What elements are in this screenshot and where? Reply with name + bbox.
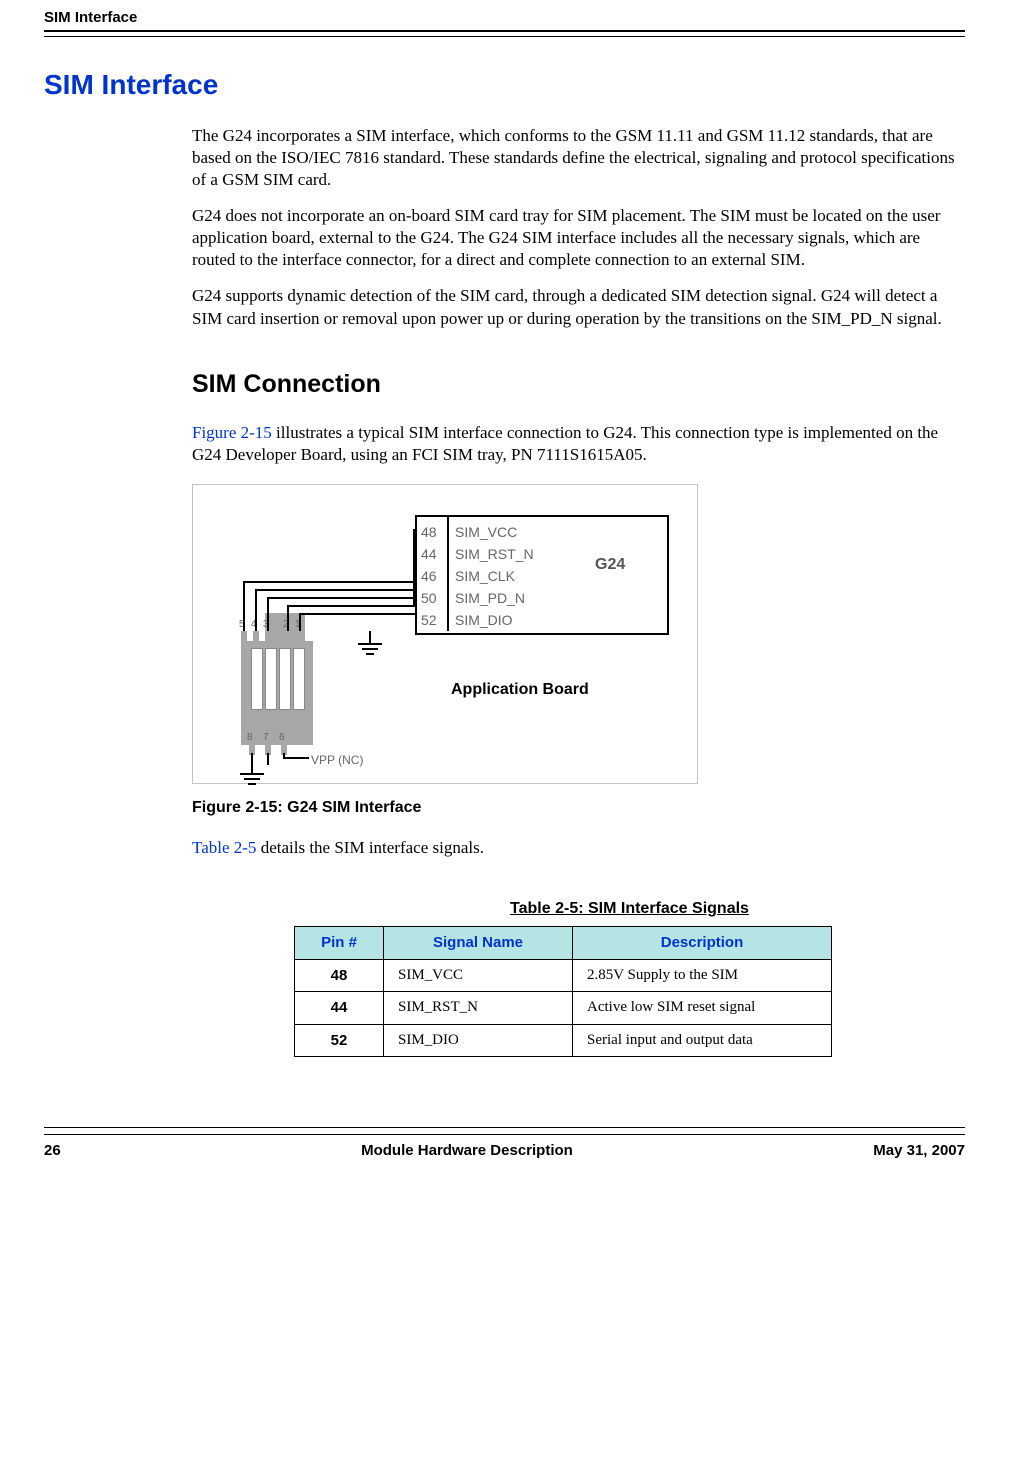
g24-label: G24 xyxy=(595,555,625,576)
cell-name: SIM_DIO xyxy=(384,1024,573,1057)
sim-tray-pin xyxy=(265,631,271,643)
conn-pin-1: 44 xyxy=(421,543,437,565)
section-title: SIM Interface xyxy=(44,67,965,103)
cell-name: SIM_RST_N xyxy=(384,992,573,1025)
header-rule-thick xyxy=(44,30,965,32)
conn-sig-3: SIM_PD_N xyxy=(455,587,534,609)
table-header-row: Pin # Signal Name Description xyxy=(295,927,832,960)
wire xyxy=(267,597,415,599)
page-footer: 26 Module Hardware Description May 31, 2… xyxy=(44,1127,965,1161)
wire xyxy=(243,581,415,583)
sim-tray-pin xyxy=(297,631,303,643)
figure-2-15: 48 44 46 50 52 SIM_VCC SIM_RST_N SIM_CLK… xyxy=(192,484,965,819)
sim-tray-pin xyxy=(253,631,259,643)
header-rule-thin xyxy=(44,36,965,37)
cell-pin: 52 xyxy=(295,1024,384,1057)
sim-tray-slot xyxy=(265,648,277,710)
footer-date: May 31, 2007 xyxy=(873,1141,965,1161)
application-board-label: Application Board xyxy=(451,680,589,701)
sim-tray-slot xyxy=(251,648,263,710)
vpp-nc-label: VPP (NC) xyxy=(311,753,363,769)
conn-pin-0: 48 xyxy=(421,521,437,543)
cell-pin: 44 xyxy=(295,992,384,1025)
conn-pin-3: 50 xyxy=(421,587,437,609)
g24-connector-divider xyxy=(447,515,449,631)
cell-desc: Serial input and output data xyxy=(573,1024,832,1057)
paragraph-3: G24 supports dynamic detection of the SI… xyxy=(192,285,965,329)
paragraph-2: G24 does not incorporate an on-board SIM… xyxy=(192,205,965,271)
sim-tray-pin-num: 8 xyxy=(247,731,253,744)
table-row: 48 SIM_VCC 2.85V Supply to the SIM xyxy=(295,959,832,992)
wire xyxy=(413,595,415,607)
wire xyxy=(283,757,309,759)
table-header-desc: Description xyxy=(573,927,832,960)
wire xyxy=(299,613,301,631)
paragraph-4-rest: illustrates a typical SIM interface conn… xyxy=(192,423,938,464)
figure-reference-link[interactable]: Figure 2-15 xyxy=(192,423,272,442)
table-row: 44 SIM_RST_N Active low SIM reset signal xyxy=(295,992,832,1025)
footer-page-number: 26 xyxy=(44,1141,61,1161)
cell-name: SIM_VCC xyxy=(384,959,573,992)
conn-pin-4: 52 xyxy=(421,609,437,631)
table-2-5: Table 2-5: SIM Interface Signals Pin # S… xyxy=(294,899,965,1057)
sim-tray-pin-num: 6 xyxy=(279,731,285,744)
figure-diagram: 48 44 46 50 52 SIM_VCC SIM_RST_N SIM_CLK… xyxy=(192,484,698,784)
g24-connector-box xyxy=(415,515,669,635)
wire xyxy=(243,581,245,631)
figure-caption: Figure 2-15: G24 SIM Interface xyxy=(192,798,965,819)
conn-pin-2: 46 xyxy=(421,565,437,587)
conn-sig-0: SIM_VCC xyxy=(455,521,534,543)
table-reference-link[interactable]: Table 2-5 xyxy=(192,838,256,857)
wire xyxy=(299,613,415,615)
cell-desc: Active low SIM reset signal xyxy=(573,992,832,1025)
paragraph-4: Figure 2-15 illustrates a typical SIM in… xyxy=(192,422,965,466)
conn-sig-1: SIM_RST_N xyxy=(455,543,534,565)
cell-desc: 2.85V Supply to the SIM xyxy=(573,959,832,992)
table-header-name: Signal Name xyxy=(384,927,573,960)
sim-tray-pin xyxy=(241,631,247,643)
wire xyxy=(267,597,269,631)
table-header-pin: Pin # xyxy=(295,927,384,960)
sim-tray-pin xyxy=(285,631,291,643)
paragraph-5-rest: details the SIM interface signals. xyxy=(256,838,484,857)
sim-tray-pin-num: 7 xyxy=(263,731,269,744)
g24-connector-signal-names: SIM_VCC SIM_RST_N SIM_CLK SIM_PD_N SIM_D… xyxy=(455,521,534,631)
cell-pin: 48 xyxy=(295,959,384,992)
paragraph-1: The G24 incorporates a SIM interface, wh… xyxy=(192,125,965,191)
paragraph-5: Table 2-5 details the SIM interface sign… xyxy=(192,837,965,859)
conn-sig-2: SIM_CLK xyxy=(455,565,534,587)
subsection-title: SIM Connection xyxy=(192,368,965,401)
sim-signals-table: Pin # Signal Name Description 48 SIM_VCC… xyxy=(294,926,832,1057)
footer-center-title: Module Hardware Description xyxy=(361,1141,573,1161)
sim-tray-slot xyxy=(293,648,305,710)
sim-tray-slot xyxy=(279,648,291,710)
wire xyxy=(255,589,415,591)
running-head: SIM Interface xyxy=(44,8,965,28)
wire xyxy=(267,753,269,765)
conn-sig-4: SIM_DIO xyxy=(455,609,534,631)
g24-connector-pin-numbers: 48 44 46 50 52 xyxy=(421,521,437,631)
wire xyxy=(287,605,289,631)
table-caption: Table 2-5: SIM Interface Signals xyxy=(294,899,965,920)
table-row: 52 SIM_DIO Serial input and output data xyxy=(295,1024,832,1057)
wire xyxy=(287,605,415,607)
wire xyxy=(255,589,257,631)
